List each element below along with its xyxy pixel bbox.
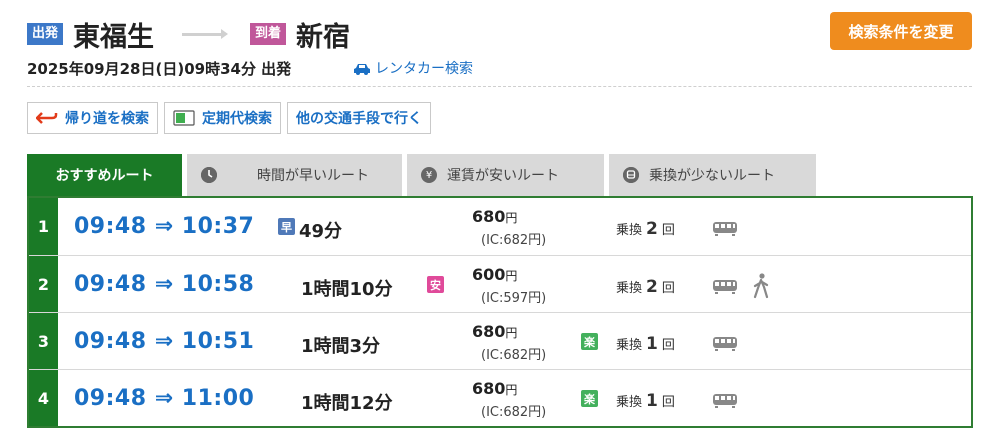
tab-fewest-transfers-label: 乗換が少ないルート	[649, 168, 775, 184]
commuter-pass-button[interactable]: 定期代検索	[164, 102, 281, 134]
arrival-badge: 到着	[250, 23, 287, 45]
price-value: 680	[472, 207, 506, 226]
transfer-label: 乗換	[616, 395, 643, 410]
return-route-label: 帰り道を検索	[65, 111, 149, 127]
transfer-label: 乗換	[616, 338, 643, 353]
train-icon	[713, 280, 737, 294]
route-tabs: おすすめルート 時間が早いルート ¥ 運賃が安いルート 乗換が少ないルート	[27, 154, 821, 196]
walk-icon	[753, 273, 769, 299]
return-route-button[interactable]: 帰り道を検索	[27, 102, 158, 134]
route-number: 1	[29, 198, 58, 255]
tab-recommended-label: おすすめルート	[55, 168, 154, 184]
price-unit: 円	[505, 269, 518, 283]
sub-actions: 帰り道を検索 定期代検索 他の交通手段で行く	[27, 102, 431, 134]
route-times[interactable]: 09:48 ⇒ 10:37	[74, 214, 254, 239]
tab-cheapest[interactable]: ¥ 運賃が安いルート	[407, 154, 604, 196]
transfer-unit: 回	[661, 223, 675, 238]
transfer-unit: 回	[661, 338, 675, 353]
route-duration: 1時間12分	[301, 393, 393, 414]
route-transfers: 乗換 2 回	[616, 277, 675, 297]
route-list: 1 09:48 ⇒ 10:37 早 49分 680円 (IC:682円) 乗換 2…	[27, 196, 973, 428]
transfer-icon	[623, 167, 639, 183]
route-price: 680円	[472, 322, 517, 341]
change-conditions-button[interactable]: 検索条件を変更	[830, 12, 972, 50]
route-price: 600円	[472, 265, 517, 284]
route-row[interactable]: 3 09:48 ⇒ 10:51 1時間3分 680円 (IC:682円) 楽 乗…	[29, 312, 971, 369]
route-number: 3	[29, 313, 58, 369]
easy-tag-icon: 楽	[581, 333, 598, 350]
route-price: 680円	[472, 207, 517, 226]
transfer-count: 2	[646, 277, 658, 297]
route-duration: 49分	[299, 221, 343, 242]
cheap-tag-icon: 安	[427, 276, 444, 293]
route-ic-price: (IC:597円)	[481, 291, 547, 306]
transfer-count: 1	[646, 391, 658, 411]
other-transport-button[interactable]: 他の交通手段で行く	[287, 102, 431, 134]
car-icon	[354, 64, 370, 75]
rentacar-link[interactable]: レンタカー検索	[353, 58, 473, 80]
route-transfers: 乗換 2 回	[616, 219, 675, 239]
train-icon	[713, 394, 737, 408]
route-row[interactable]: 1 09:48 ⇒ 10:37 早 49分 680円 (IC:682円) 乗換 2…	[29, 198, 971, 255]
route-row[interactable]: 2 09:48 ⇒ 10:58 1時間10分 安 600円 (IC:597円) …	[29, 255, 971, 312]
transfer-unit: 回	[661, 281, 675, 296]
tab-fewest-transfers[interactable]: 乗換が少ないルート	[609, 154, 816, 196]
price-value: 600	[472, 265, 506, 284]
easy-tag-icon: 楽	[581, 390, 598, 407]
departure-badge: 出発	[27, 23, 64, 45]
rentacar-label: レンタカー検索	[375, 61, 473, 77]
route-times[interactable]: 09:48 ⇒ 10:51	[74, 329, 254, 354]
route-price: 680円	[472, 379, 517, 398]
return-arrow-icon	[36, 111, 58, 125]
route-times[interactable]: 09:48 ⇒ 10:58	[74, 272, 254, 297]
transfer-unit: 回	[661, 395, 675, 410]
route-ic-price: (IC:682円)	[481, 348, 547, 363]
route-number: 4	[29, 370, 58, 426]
route-ic-price: (IC:682円)	[481, 233, 547, 248]
price-unit: 円	[505, 211, 518, 225]
tab-recommended[interactable]: おすすめルート	[27, 154, 182, 196]
fast-tag-icon: 早	[278, 218, 295, 235]
search-datetime: 2025年09月28日(日)09時34分 出発	[27, 60, 292, 78]
departure-station: 東福生	[73, 21, 155, 53]
tab-fastest-label: 時間が早いルート	[257, 168, 369, 184]
price-unit: 円	[505, 326, 518, 340]
train-icon	[713, 222, 737, 236]
transfer-count: 1	[646, 334, 658, 354]
clock-icon	[201, 167, 217, 183]
price-unit: 円	[505, 383, 518, 397]
train-icon	[713, 337, 737, 351]
route-transfers: 乗換 1 回	[616, 391, 675, 411]
divider	[27, 86, 972, 87]
route-times[interactable]: 09:48 ⇒ 11:00	[74, 386, 254, 411]
other-transport-label: 他の交通手段で行く	[296, 111, 422, 127]
commuter-pass-icon	[173, 110, 195, 126]
route-transfers: 乗換 1 回	[616, 334, 675, 354]
price-value: 680	[472, 379, 506, 398]
commuter-pass-label: 定期代検索	[202, 111, 272, 127]
route-number: 2	[29, 256, 58, 312]
route-duration: 1時間3分	[301, 336, 381, 357]
tab-cheapest-label: 運賃が安いルート	[447, 168, 559, 184]
route-row[interactable]: 4 09:48 ⇒ 11:00 1時間12分 680円 (IC:682円) 楽 …	[29, 369, 971, 426]
tab-fastest[interactable]: 時間が早いルート	[187, 154, 402, 196]
transfer-label: 乗換	[616, 281, 643, 296]
route-duration: 1時間10分	[301, 279, 393, 300]
transfer-label: 乗換	[616, 223, 643, 238]
route-ic-price: (IC:682円)	[481, 405, 547, 420]
price-value: 680	[472, 322, 506, 341]
arrow-right-icon	[182, 28, 229, 39]
yen-icon: ¥	[421, 167, 437, 183]
arrival-station: 新宿	[296, 21, 351, 53]
route-header: 出発 東福生 到着 新宿	[27, 14, 350, 54]
transfer-count: 2	[646, 219, 658, 239]
